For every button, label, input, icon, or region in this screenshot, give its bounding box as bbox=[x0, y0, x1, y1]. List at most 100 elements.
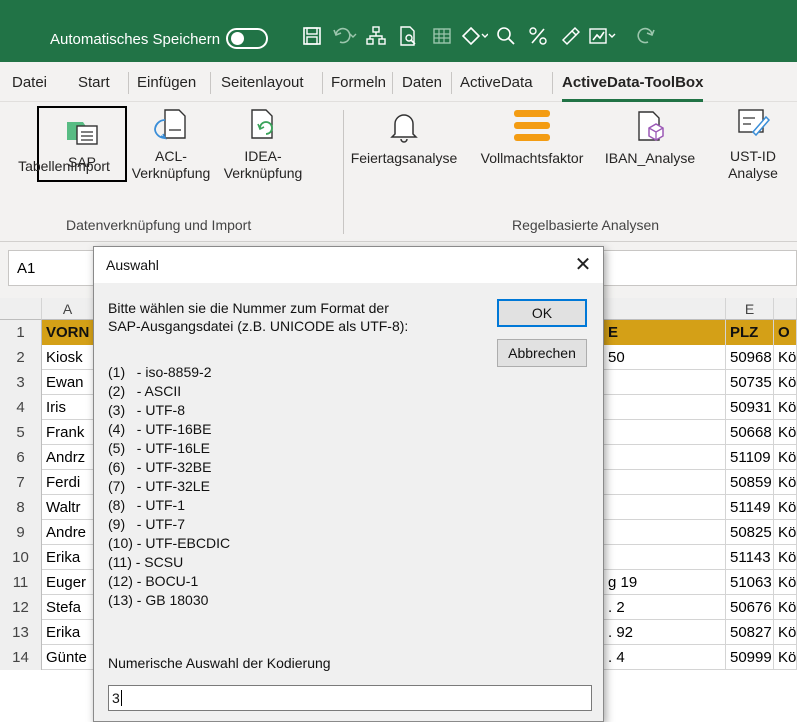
grid-cell[interactable]: Kö bbox=[774, 620, 797, 645]
grid-cell[interactable]: Kö bbox=[774, 345, 797, 370]
grid-cell[interactable]: Stefa bbox=[42, 595, 94, 620]
grid-cell[interactable] bbox=[604, 470, 726, 495]
grid-cell[interactable]: Kö bbox=[774, 420, 797, 445]
grid-cell[interactable]: Kö bbox=[774, 370, 797, 395]
row-header[interactable]: 13 bbox=[0, 620, 42, 645]
row-header[interactable]: 3 bbox=[0, 370, 42, 395]
feiertagsanalyse-button[interactable]: Feiertagsanalyse bbox=[338, 110, 470, 167]
ok-button[interactable]: OK bbox=[497, 299, 587, 327]
iban-analyse-button[interactable]: IBAN_Analyse bbox=[594, 110, 706, 167]
grid-cell[interactable]: Kö bbox=[774, 470, 797, 495]
grid-cell[interactable]: Erika bbox=[42, 545, 94, 570]
grid-cell[interactable]: Andre bbox=[42, 520, 94, 545]
grid-cell[interactable]: VORN bbox=[42, 320, 94, 345]
tab-einfuegen[interactable]: Einfügen bbox=[137, 74, 196, 91]
grid-cell[interactable]: 50968 bbox=[726, 345, 774, 370]
row-header[interactable]: 5 bbox=[0, 420, 42, 445]
grid-cell[interactable]: 50827 bbox=[726, 620, 774, 645]
grid-cell[interactable]: Kö bbox=[774, 570, 797, 595]
redo-icon[interactable] bbox=[636, 26, 662, 46]
tab-formeln[interactable]: Formeln bbox=[331, 74, 386, 91]
grid-cell[interactable]: 50825 bbox=[726, 520, 774, 545]
row-header[interactable]: 8 bbox=[0, 495, 42, 520]
row-header[interactable]: 14 bbox=[0, 645, 42, 670]
grid-cell[interactable]: 50735 bbox=[726, 370, 774, 395]
row-header[interactable]: 1 bbox=[0, 320, 42, 345]
tab-datei[interactable]: Datei bbox=[12, 74, 47, 91]
grid-cell[interactable]: g 19 bbox=[604, 570, 726, 595]
fill-diamond-icon[interactable] bbox=[462, 26, 488, 46]
print-preview-icon[interactable] bbox=[398, 26, 418, 46]
grid-cell[interactable] bbox=[604, 370, 726, 395]
grid-cell[interactable]: Euger bbox=[42, 570, 94, 595]
tab-daten[interactable]: Daten bbox=[402, 74, 442, 91]
encoding-input[interactable]: 3 bbox=[108, 685, 592, 711]
undo-icon[interactable] bbox=[332, 26, 358, 46]
acl-verknuepfung-button[interactable]: ACL- Verknüpfung bbox=[127, 108, 215, 182]
row-header[interactable]: 12 bbox=[0, 595, 42, 620]
grid-cell[interactable]: . 4 bbox=[604, 645, 726, 670]
grid-cell[interactable]: Kö bbox=[774, 395, 797, 420]
grid-cell[interactable] bbox=[604, 495, 726, 520]
cancel-button[interactable]: Abbrechen bbox=[497, 339, 587, 367]
autosave-toggle[interactable] bbox=[226, 28, 268, 49]
tab-activedata-toolbox[interactable]: ActiveData-ToolBox bbox=[562, 74, 704, 102]
grid-cell[interactable]: Kö bbox=[774, 595, 797, 620]
grid-cell[interactable]: 51109 bbox=[726, 445, 774, 470]
grid-cell[interactable]: PLZ bbox=[726, 320, 774, 345]
vollmachtsfaktor-button[interactable]: Vollmachtsfaktor bbox=[470, 108, 594, 167]
tab-start[interactable]: Start bbox=[78, 74, 110, 91]
share-network-icon[interactable] bbox=[366, 26, 386, 46]
grid-cell[interactable]: Iris bbox=[42, 395, 94, 420]
grid-cell[interactable] bbox=[604, 520, 726, 545]
row-header[interactable]: 6 bbox=[0, 445, 42, 470]
grid-cell[interactable] bbox=[604, 420, 726, 445]
grid-cell[interactable] bbox=[604, 445, 726, 470]
select-all-corner[interactable] bbox=[0, 298, 42, 320]
grid-cell[interactable]: Kö bbox=[774, 445, 797, 470]
grid-cell[interactable]: Ferdi bbox=[42, 470, 94, 495]
name-box[interactable]: A1 bbox=[8, 250, 100, 286]
grid-cell[interactable] bbox=[604, 395, 726, 420]
formula-bar[interactable] bbox=[580, 250, 797, 286]
grid-cell[interactable]: . 2 bbox=[604, 595, 726, 620]
column-header-f[interactable] bbox=[774, 298, 797, 320]
table-grid-icon[interactable] bbox=[432, 26, 452, 46]
grid-cell[interactable]: 50999 bbox=[726, 645, 774, 670]
grid-cell[interactable]: Kiosk bbox=[42, 345, 94, 370]
row-header[interactable]: 9 bbox=[0, 520, 42, 545]
close-icon[interactable]: ✕ bbox=[568, 251, 598, 279]
grid-cell[interactable]: 50 bbox=[604, 345, 726, 370]
row-header[interactable]: 2 bbox=[0, 345, 42, 370]
grid-cell[interactable]: Waltr bbox=[42, 495, 94, 520]
grid-cell[interactable]: Ewan bbox=[42, 370, 94, 395]
search-icon[interactable] bbox=[496, 26, 516, 46]
row-header[interactable]: 4 bbox=[0, 395, 42, 420]
grid-cell[interactable]: Günte bbox=[42, 645, 94, 670]
tab-seitenlayout[interactable]: Seitenlayout bbox=[221, 74, 304, 91]
row-header[interactable]: 10 bbox=[0, 545, 42, 570]
tab-activedata[interactable]: ActiveData bbox=[460, 74, 533, 91]
grid-cell[interactable]: 50676 bbox=[726, 595, 774, 620]
save-icon[interactable] bbox=[302, 26, 322, 46]
grid-cell[interactable]: 51143 bbox=[726, 545, 774, 570]
row-header[interactable]: 7 bbox=[0, 470, 42, 495]
grid-cell[interactable]: O bbox=[774, 320, 797, 345]
column-header-d[interactable] bbox=[604, 298, 726, 320]
grid-cell[interactable]: Kö bbox=[774, 520, 797, 545]
grid-cell[interactable]: Andrz bbox=[42, 445, 94, 470]
grid-cell[interactable]: E bbox=[604, 320, 726, 345]
grid-cell[interactable]: Kö bbox=[774, 645, 797, 670]
percent-icon[interactable] bbox=[528, 26, 548, 46]
ust-id-analyse-button[interactable]: UST-ID Analyse bbox=[718, 106, 788, 182]
grid-cell[interactable]: 51149 bbox=[726, 495, 774, 520]
grid-cell[interactable]: Kö bbox=[774, 545, 797, 570]
grid-cell[interactable]: 50931 bbox=[726, 395, 774, 420]
grid-cell[interactable]: 50859 bbox=[726, 470, 774, 495]
grid-cell[interactable]: 51063 bbox=[726, 570, 774, 595]
row-header[interactable]: 11 bbox=[0, 570, 42, 595]
grid-cell[interactable]: Kö bbox=[774, 495, 797, 520]
column-header-e[interactable]: E bbox=[726, 298, 774, 320]
grid-cell[interactable]: Erika bbox=[42, 620, 94, 645]
chart-dropdown-icon[interactable] bbox=[588, 26, 616, 46]
